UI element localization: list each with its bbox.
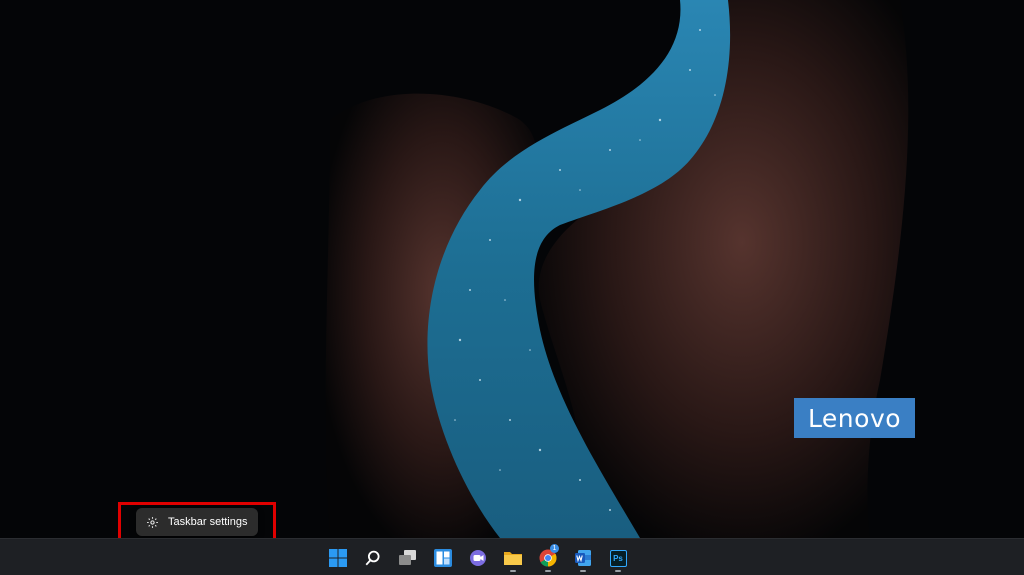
desktop-wallpaper: Lenovo — [0, 0, 1024, 538]
taskbar-apps: 1 Ps — [323, 543, 633, 573]
chrome-button[interactable]: 1 — [533, 543, 563, 573]
running-indicator — [615, 570, 621, 572]
taskbar[interactable]: 1 Ps — [0, 538, 1024, 575]
gear-icon — [146, 516, 159, 529]
folder-icon — [504, 552, 522, 565]
widgets-button[interactable] — [428, 543, 458, 573]
running-indicator — [580, 570, 586, 572]
task-view-button[interactable] — [393, 543, 423, 573]
notification-badge: 1 — [550, 544, 559, 553]
photoshop-button[interactable]: Ps — [603, 543, 633, 573]
photoshop-icon: Ps — [609, 549, 627, 567]
chat-button[interactable] — [463, 543, 493, 573]
word-icon — [575, 550, 591, 566]
task-view-icon — [399, 550, 416, 565]
taskbar-settings-label: Taskbar settings — [168, 516, 248, 528]
lenovo-logo: Lenovo — [794, 398, 915, 438]
canyon-wallpaper-image — [0, 0, 1024, 538]
search-icon — [365, 550, 380, 566]
windows-logo-icon — [329, 549, 347, 567]
start-button[interactable] — [323, 543, 353, 573]
taskbar-settings-menu-item[interactable]: Taskbar settings — [146, 516, 247, 529]
file-explorer-button[interactable] — [498, 543, 528, 573]
running-indicator — [510, 570, 516, 572]
search-button[interactable] — [358, 543, 388, 573]
taskbar-context-menu: Taskbar settings — [136, 508, 258, 536]
running-indicator — [545, 570, 551, 572]
word-button[interactable] — [568, 543, 598, 573]
teams-chat-icon — [470, 550, 486, 566]
photoshop-icon-label: Ps — [613, 553, 623, 563]
widgets-icon — [434, 549, 452, 567]
